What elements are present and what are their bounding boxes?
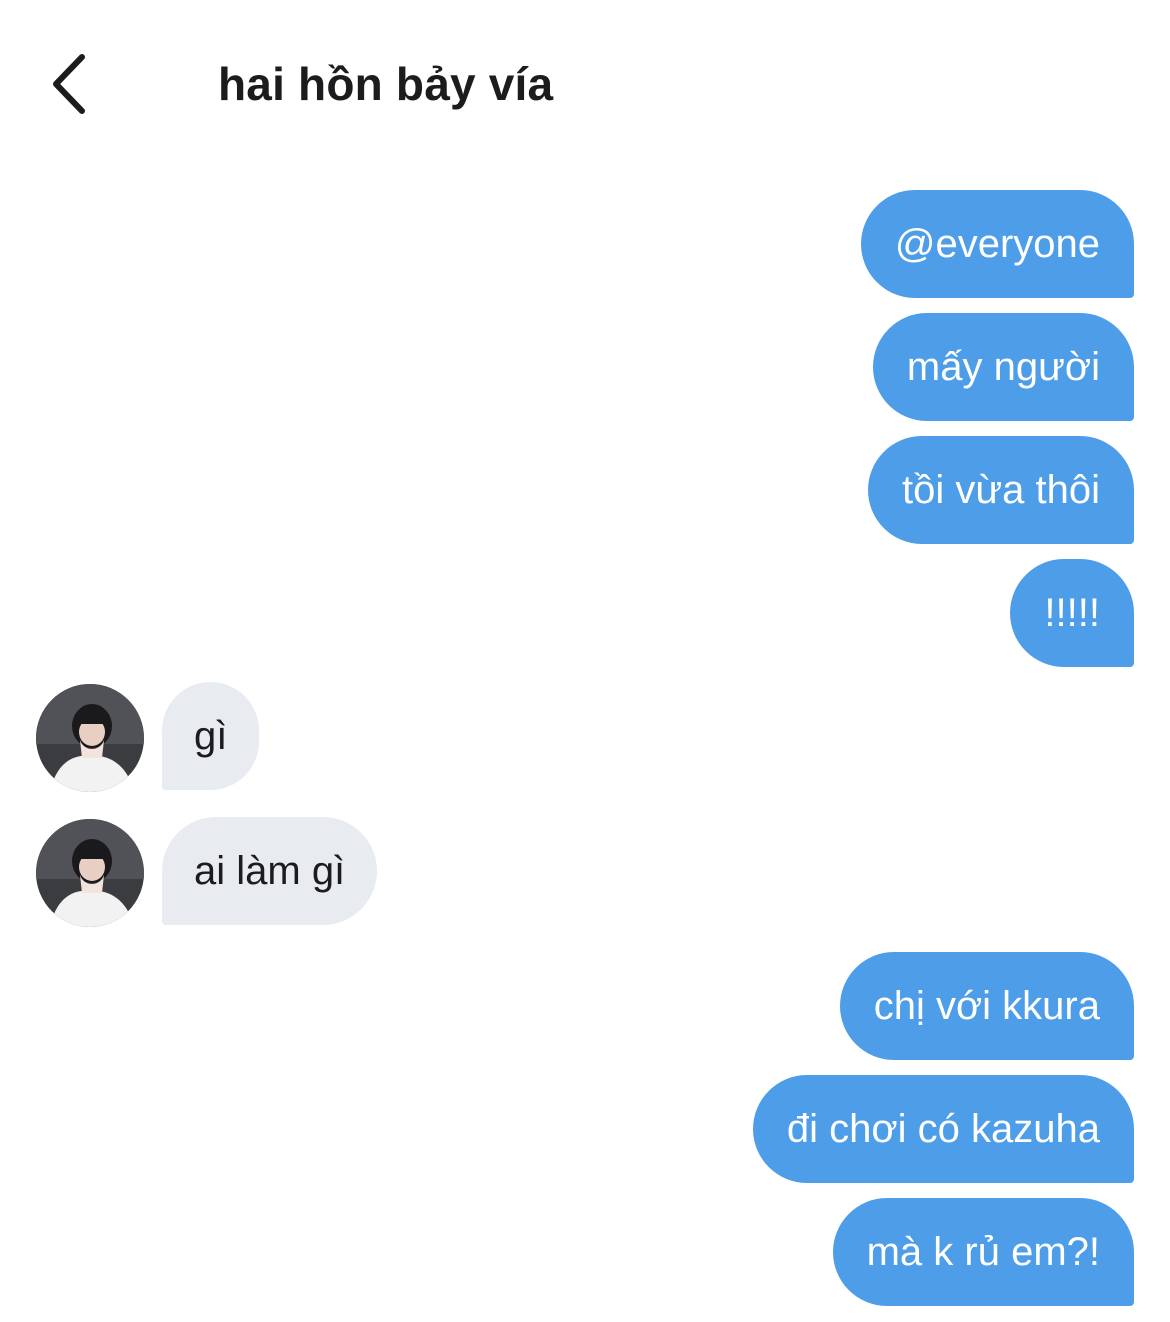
message-text: ai làm gì (194, 848, 346, 893)
message-bubble-incoming[interactable]: ai làm gì (162, 817, 378, 925)
back-button[interactable] (40, 50, 96, 118)
message-text: @everyone (894, 221, 1100, 266)
message-bubble-outgoing[interactable]: mấy người (872, 313, 1134, 421)
message-bubble-outgoing[interactable]: mà k rủ em?! (832, 1198, 1134, 1306)
message-text: mà k rủ em?! (866, 1229, 1100, 1274)
chevron-left-icon (53, 54, 85, 114)
message-bubble-outgoing[interactable]: đi chơi có kazuha (752, 1075, 1134, 1183)
avatar-photo (36, 819, 144, 927)
message-text: !!!!! (1044, 590, 1100, 635)
message-bubble-outgoing[interactable]: tồi vừa thôi (868, 436, 1134, 544)
message-text: chị với kkura (873, 983, 1100, 1028)
message-bubble-outgoing[interactable]: !!!!! (1010, 559, 1134, 667)
message-text: đi chơi có kazuha (786, 1106, 1100, 1151)
message-bubble-outgoing[interactable]: chị với kkura (839, 952, 1134, 1060)
chat-header: hai hồn bảy vía (0, 0, 1170, 170)
chat-title: hai hồn bảy vía (218, 58, 554, 110)
user-avatar[interactable] (36, 819, 144, 927)
message-text: mấy người (906, 344, 1100, 389)
message-bubble-outgoing[interactable]: @everyone (860, 190, 1134, 298)
message-bubble-incoming[interactable]: gì (162, 682, 260, 790)
message-text: tồi vừa thôi (902, 467, 1100, 512)
user-avatar[interactable] (36, 684, 144, 792)
message-text: gì (194, 713, 228, 758)
avatar-photo (36, 684, 144, 792)
